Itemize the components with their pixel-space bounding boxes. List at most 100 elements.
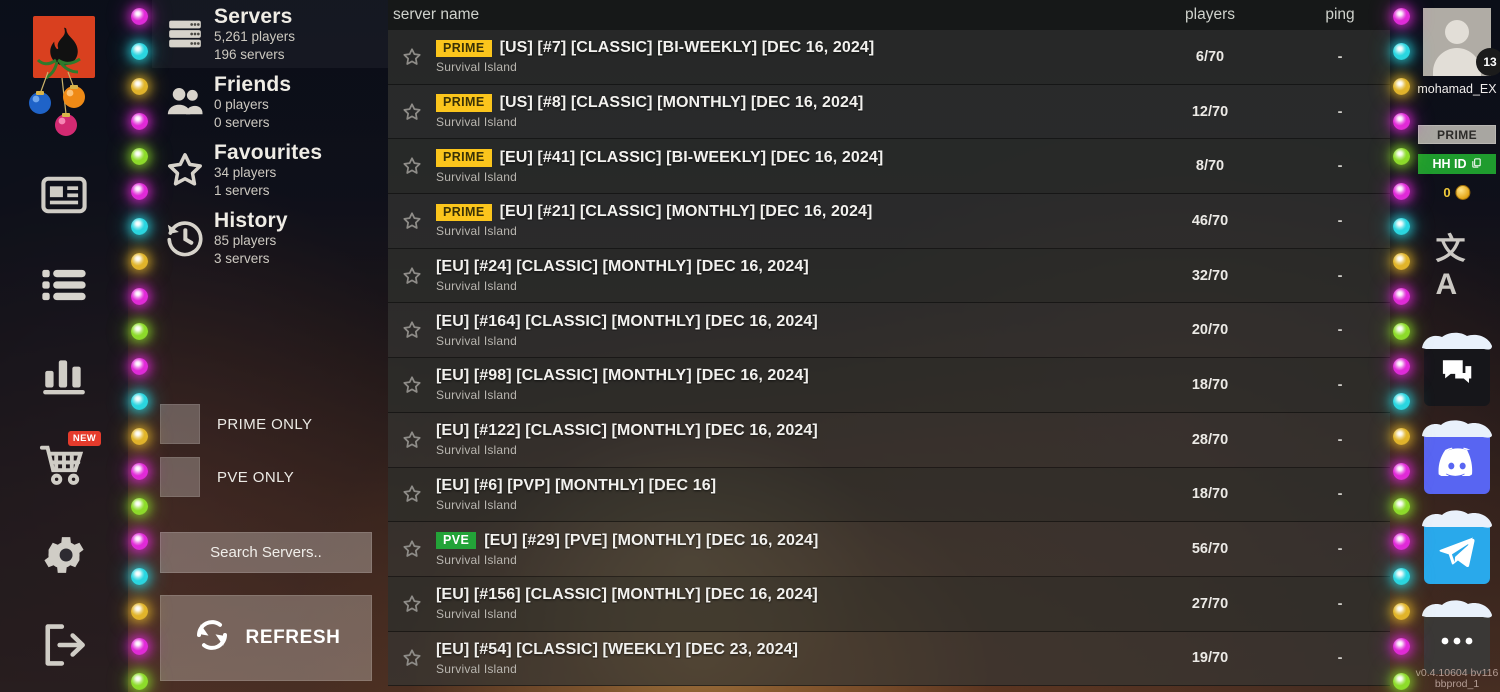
prime-status-badge[interactable]: PRIME xyxy=(1418,125,1496,144)
table-row[interactable]: [EU] [#164] [CLASSIC] [MONTHLY] [DEC 16,… xyxy=(388,303,1390,359)
server-ping: - xyxy=(1337,322,1343,339)
table-row[interactable]: PRIME [US] [#8] [CLASSIC] [MONTHLY] [DEC … xyxy=(388,84,1390,140)
sidebar-item-servers[interactable]: Servers 5,261 players 196 servers xyxy=(152,0,388,68)
hh-id-copy-button[interactable]: HH ID xyxy=(1418,154,1496,174)
exit-icon[interactable] xyxy=(31,612,97,678)
category-servers: 196 servers xyxy=(214,47,285,63)
server-info: [EU] [#6] [PVP] [MONTHLY] [DEC 16] Surviv… xyxy=(436,477,1130,512)
server-players: 6/70 xyxy=(1195,48,1225,65)
telegram-icon[interactable] xyxy=(1422,510,1492,584)
server-info: [EU] [#98] [CLASSIC] [MONTHLY] [DEC 16, … xyxy=(436,367,1130,402)
status-badge: PRIME xyxy=(436,148,492,167)
server-name: [EU] [#24] [CLASSIC] [MONTHLY] [DEC 16, … xyxy=(436,258,809,276)
server-ping: - xyxy=(1337,48,1343,65)
server-map: Survival Island xyxy=(436,661,518,676)
shopping-cart-icon[interactable]: NEW xyxy=(31,431,101,498)
christmas-ornaments-icon xyxy=(22,57,102,144)
category-servers: 3 servers xyxy=(214,251,270,267)
filter-prime-only[interactable]: PRIME ONLY xyxy=(160,404,388,444)
prime-only-checkbox[interactable] xyxy=(160,404,200,444)
server-map: Survival Island xyxy=(436,552,518,567)
led-light xyxy=(1393,148,1410,165)
news-icon[interactable] xyxy=(31,162,97,228)
table-row[interactable]: PRIME [EU] [#41] [CLASSIC] [BI-WEEKLY] [D… xyxy=(388,139,1390,195)
discord-icon[interactable] xyxy=(1422,420,1492,494)
filter-pve-only[interactable]: PVE ONLY xyxy=(160,457,388,497)
led-light xyxy=(1393,78,1410,95)
table-row[interactable]: [EU] [#122] [CLASSIC] [MONTHLY] [DEC 16,… xyxy=(388,412,1390,468)
led-light xyxy=(131,218,148,235)
category-title: Friends xyxy=(214,73,292,96)
table-row[interactable]: [EU] [#156] [CLASSIC] [MONTHLY] [DEC 16,… xyxy=(388,576,1390,632)
server-list-icon[interactable] xyxy=(31,252,97,318)
favourite-star-icon[interactable] xyxy=(388,210,436,232)
favourite-star-icon[interactable] xyxy=(388,647,436,669)
favourite-star-icon[interactable] xyxy=(388,483,436,505)
led-light xyxy=(1393,603,1410,620)
column-header-ping[interactable]: ping xyxy=(1290,6,1390,24)
server-players: 32/70 xyxy=(1191,267,1229,284)
table-row[interactable]: [EU] [#54] [CLASSIC] [WEEKLY] [DEC 23, 2… xyxy=(388,631,1390,687)
led-light xyxy=(131,673,148,690)
server-players: 27/70 xyxy=(1191,595,1229,612)
led-light xyxy=(131,253,148,270)
favourite-star-icon[interactable] xyxy=(388,265,436,287)
favourite-star-icon[interactable] xyxy=(388,319,436,341)
server-map: Survival Island xyxy=(436,224,518,239)
refresh-label: REFRESH xyxy=(245,627,341,648)
server-name-line: [EU] [#6] [PVP] [MONTHLY] [DEC 16] xyxy=(436,477,1130,495)
sidebar-item-friends[interactable]: Friends 0 players 0 servers xyxy=(152,68,388,136)
favourite-star-icon[interactable] xyxy=(388,593,436,615)
refresh-button[interactable]: REFRESH xyxy=(160,595,372,681)
bar-chart-icon[interactable] xyxy=(31,342,97,408)
server-ping: - xyxy=(1337,595,1343,612)
version-line-2: bbprod_1 xyxy=(1434,677,1480,690)
table-row[interactable]: PRIME [US] [#7] [CLASSIC] [BI-WEEKLY] [DE… xyxy=(388,30,1390,85)
led-light xyxy=(131,568,148,585)
sidebar-item-favourites[interactable]: Favourites 34 players 1 servers xyxy=(152,136,388,204)
server-map: Survival Island xyxy=(436,60,518,75)
server-name: [EU] [#6] [PVP] [MONTHLY] [DEC 16] xyxy=(436,476,717,494)
translate-icon[interactable]: 文A xyxy=(1436,224,1479,302)
search-servers-button[interactable]: Search Servers.. xyxy=(160,532,372,573)
favourite-star-icon[interactable] xyxy=(388,101,436,123)
server-info: PRIME [EU] [#21] [CLASSIC] [MONTHLY] [DEC… xyxy=(436,203,1130,238)
column-header-players[interactable]: players xyxy=(1130,6,1290,24)
server-info: [EU] [#54] [CLASSIC] [WEEKLY] [DEC 23, 2… xyxy=(436,641,1130,676)
server-info: PRIME [US] [#7] [CLASSIC] [BI-WEEKLY] [DE… xyxy=(436,39,1130,74)
coin-balance: 0 xyxy=(1443,185,1471,200)
server-name: [EU] [#98] [CLASSIC] [MONTHLY] [DEC 16, … xyxy=(436,367,809,385)
server-table-header: server name players ping xyxy=(388,0,1390,30)
table-row[interactable]: PRIME [EU] [#21] [CLASSIC] [MONTHLY] [DEC… xyxy=(388,194,1390,249)
server-info: [EU] [#164] [CLASSIC] [MONTHLY] [DEC 16,… xyxy=(436,313,1130,348)
server-info: [EU] [#24] [CLASSIC] [MONTHLY] [DEC 16, … xyxy=(436,258,1130,293)
column-header-name[interactable]: server name xyxy=(388,6,1130,24)
led-light xyxy=(131,43,148,60)
favourite-star-icon[interactable] xyxy=(388,538,436,560)
gear-icon[interactable] xyxy=(31,522,97,588)
filter-label: PVE ONLY xyxy=(217,468,295,486)
favourite-star-icon[interactable] xyxy=(388,374,436,396)
favourite-star-icon[interactable] xyxy=(388,46,436,68)
pve-only-checkbox[interactable] xyxy=(160,457,200,497)
table-row[interactable]: [EU] [#6] [PVP] [MONTHLY] [DEC 16] Surviv… xyxy=(388,467,1390,523)
server-ping: - xyxy=(1337,650,1343,667)
sidebar-item-history[interactable]: History 85 players 3 servers xyxy=(152,204,388,272)
led-light xyxy=(131,463,148,480)
category-players: 85 players xyxy=(214,233,277,249)
server-name: [EU] [#21] [CLASSIC] [MONTHLY] [DEC 16, … xyxy=(499,203,873,221)
more-dots-icon[interactable] xyxy=(1422,600,1492,674)
led-light xyxy=(1393,638,1410,655)
refresh-icon xyxy=(192,615,232,661)
favourite-star-icon[interactable] xyxy=(388,155,436,177)
table-row[interactable]: PVE [EU] [#29] [PVE] [MONTHLY] [DEC 16, 2… xyxy=(388,522,1390,577)
table-row[interactable]: [EU] [#24] [CLASSIC] [MONTHLY] [DEC 16, … xyxy=(388,248,1390,304)
table-row[interactable]: [EU] [#98] [CLASSIC] [MONTHLY] [DEC 16, … xyxy=(388,358,1390,413)
chat-icon[interactable] xyxy=(1422,332,1492,406)
server-name-line: PVE [EU] [#29] [PVE] [MONTHLY] [DEC 16, 2… xyxy=(436,532,1130,550)
favourite-star-icon[interactable] xyxy=(388,429,436,451)
username-label: mohamad_EX xyxy=(1417,82,1497,96)
hh-id-label: HH ID xyxy=(1432,157,1467,171)
led-light xyxy=(131,183,148,200)
server-players: 18/70 xyxy=(1191,376,1229,393)
